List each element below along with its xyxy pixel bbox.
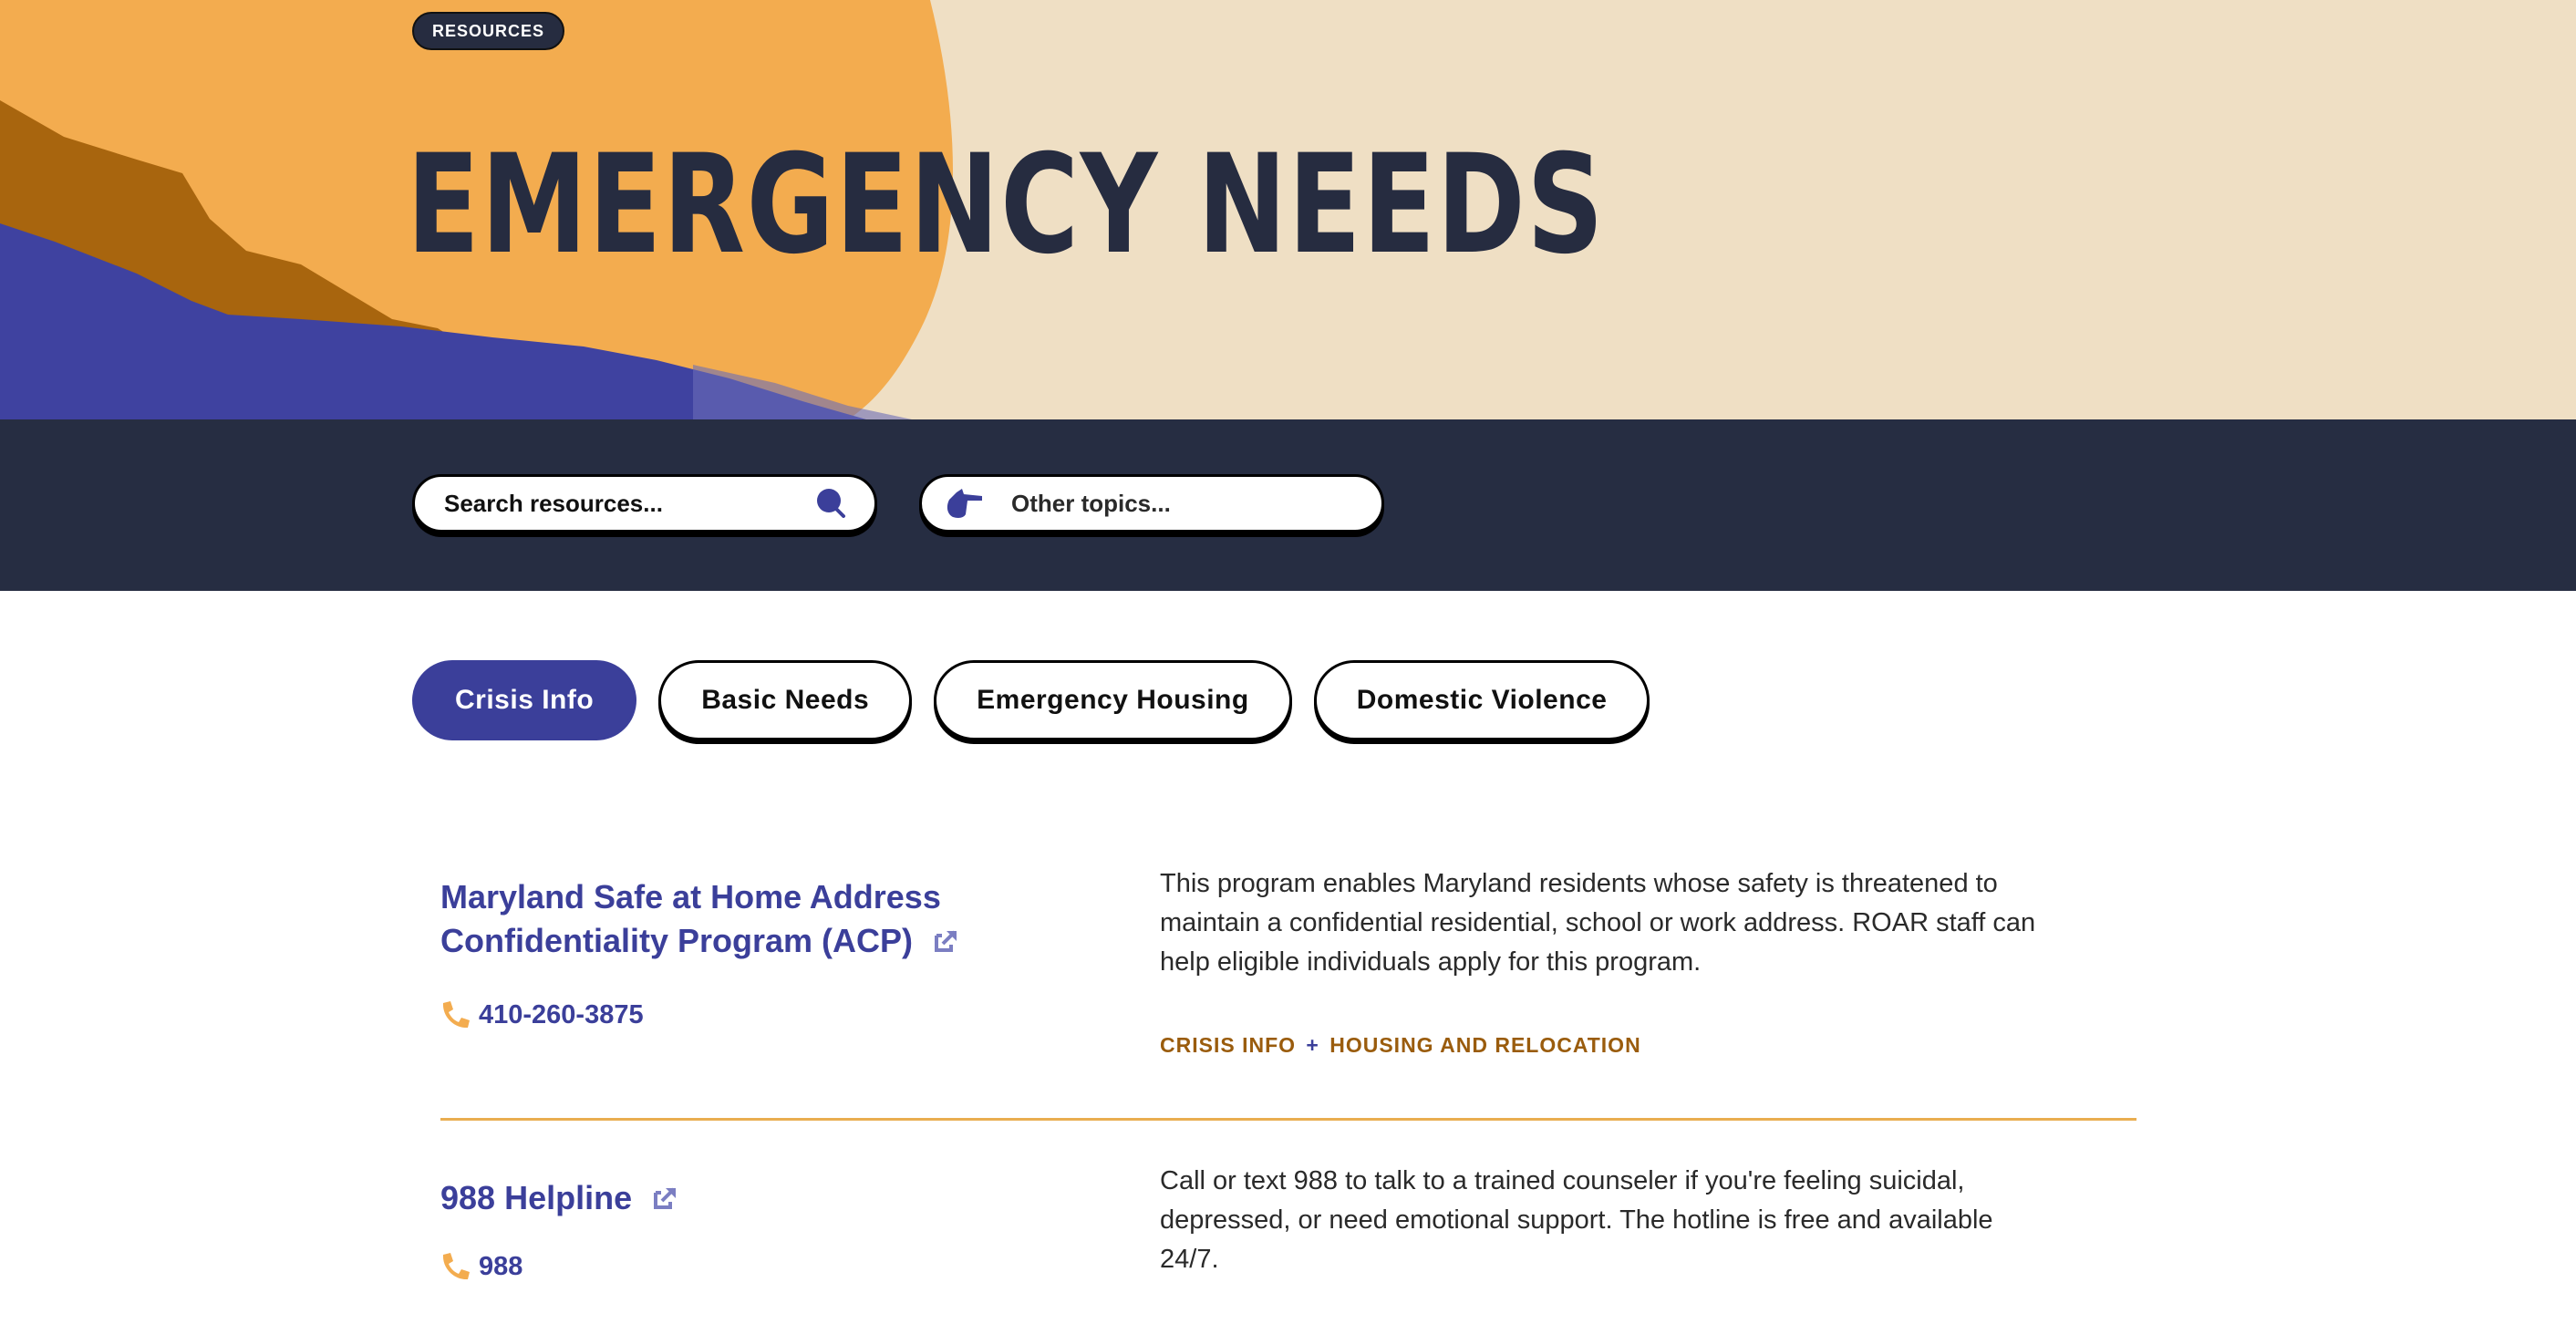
- phone-number[interactable]: 988: [479, 1252, 522, 1282]
- search-input[interactable]: Search resources...: [412, 474, 877, 533]
- resource-title-line[interactable]: 988 Helpline: [440, 1179, 632, 1216]
- external-link-icon[interactable]: [652, 1185, 678, 1211]
- divider: [440, 1118, 2136, 1121]
- phone-icon: [442, 1001, 470, 1029]
- tag-separator: +: [1306, 1033, 1319, 1057]
- tab-basic-needs[interactable]: Basic Needs: [658, 660, 913, 740]
- hero-banner: RESOURCES EMERGENCY NEEDS: [0, 0, 2576, 419]
- search-icon[interactable]: [814, 487, 847, 520]
- resources-badge[interactable]: RESOURCES: [412, 12, 565, 50]
- phone-link[interactable]: 988: [440, 1251, 1079, 1282]
- resource-description: Call or text 988 to talk to a trained co…: [1160, 1166, 1993, 1274]
- page-title: EMERGENCY NEEDS: [407, 126, 1606, 284]
- tag-crisis-info[interactable]: CRISIS INFO: [1160, 1033, 1296, 1057]
- pointing-hand-icon: [947, 489, 982, 518]
- tag-housing-relocation[interactable]: HOUSING AND RELOCATION: [1329, 1033, 1640, 1057]
- resource-title-link[interactable]: Maryland Safe at Home Address Confidenti…: [440, 875, 1079, 963]
- resource-title-line[interactable]: Maryland Safe at Home Address: [440, 878, 941, 915]
- category-tabs: Crisis Info Basic Needs Emergency Housin…: [412, 660, 1650, 740]
- resource-title-link[interactable]: 988 Helpline: [440, 1176, 1079, 1220]
- external-link-icon[interactable]: [933, 928, 958, 954]
- resource-title-line[interactable]: Confidentiality Program (ACP): [440, 922, 913, 959]
- tab-crisis-info[interactable]: Crisis Info: [412, 660, 637, 740]
- resource-description: This program enables Maryland residents …: [1160, 869, 2036, 977]
- tab-emergency-housing[interactable]: Emergency Housing: [934, 660, 1292, 740]
- phone-icon: [442, 1253, 470, 1280]
- search-placeholder: Search resources...: [444, 489, 663, 517]
- other-topics-select[interactable]: Other topics...: [919, 474, 1384, 533]
- resource-tags: CRISIS INFO + HOUSING AND RELOCATION: [1160, 1033, 2054, 1058]
- topics-placeholder: Other topics...: [1011, 489, 1171, 517]
- phone-link[interactable]: 410-260-3875: [440, 999, 1079, 1030]
- phone-number[interactable]: 410-260-3875: [479, 1000, 644, 1030]
- tab-domestic-violence[interactable]: Domestic Violence: [1313, 660, 1650, 740]
